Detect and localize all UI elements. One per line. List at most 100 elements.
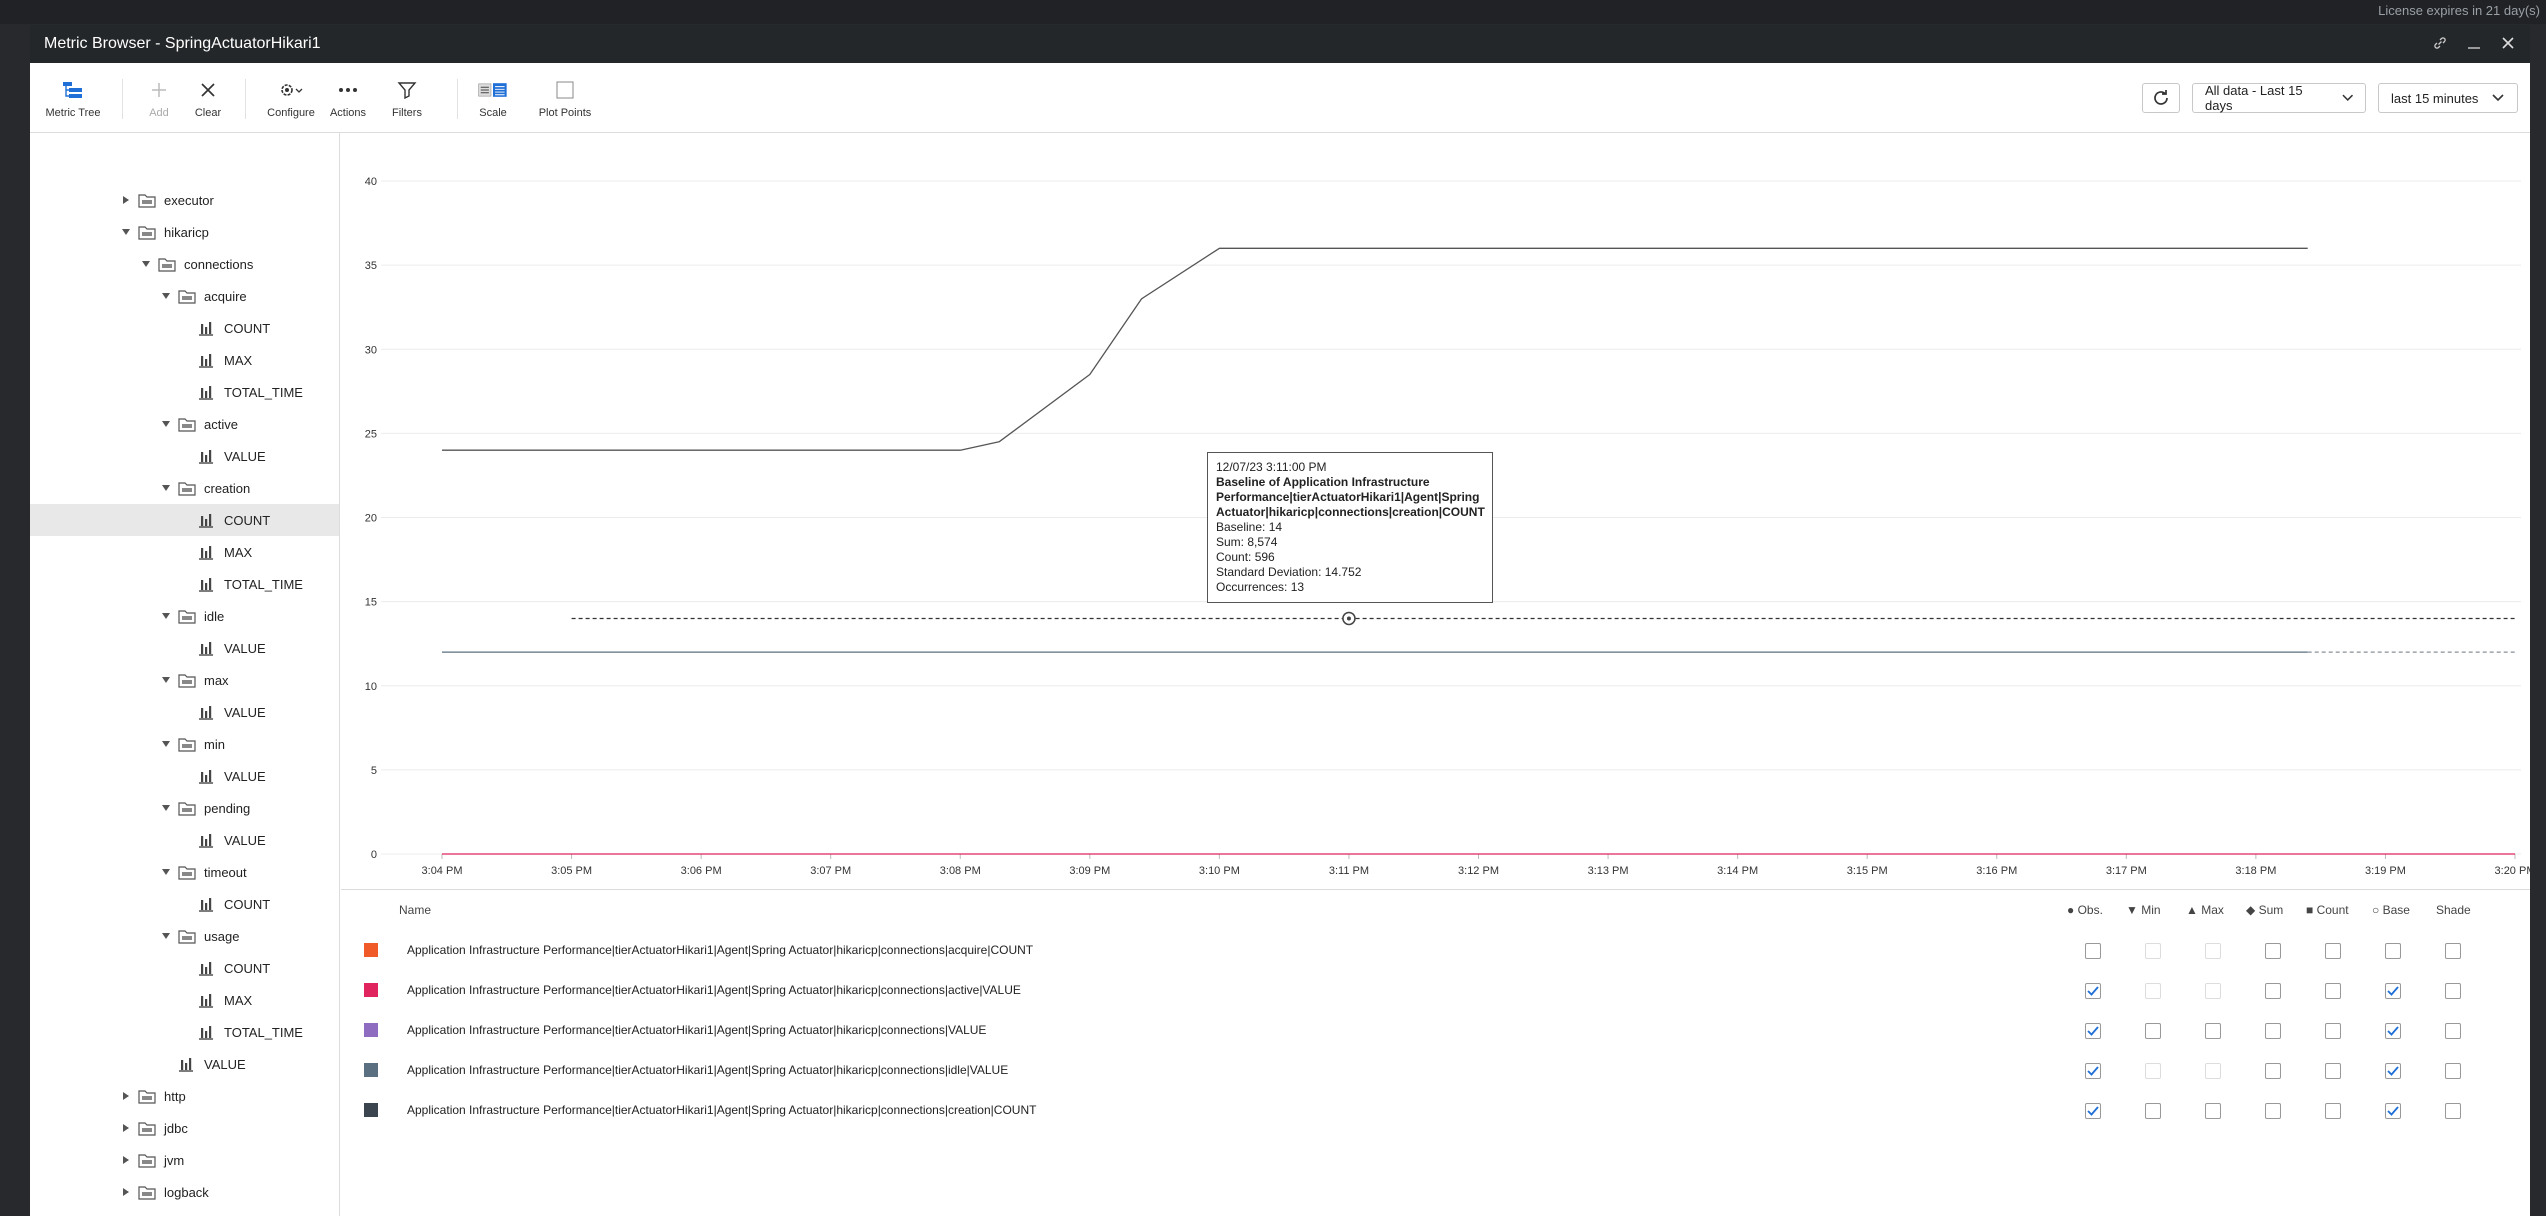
- tree-metric-count[interactable]: COUNT: [30, 888, 339, 920]
- count-checkbox[interactable]: [2325, 983, 2341, 999]
- caret-down-icon[interactable]: [140, 260, 152, 268]
- obs-checkbox[interactable]: [2085, 1063, 2101, 1079]
- tree-metric-value[interactable]: VALUE: [30, 824, 339, 856]
- caret-right-icon[interactable]: [120, 195, 132, 205]
- tree-folder-pending[interactable]: pending: [30, 792, 339, 824]
- shade-checkbox[interactable]: [2445, 1103, 2461, 1119]
- shade-checkbox[interactable]: [2445, 1023, 2461, 1039]
- base-checkbox[interactable]: [2385, 1023, 2401, 1039]
- legend-header-sum[interactable]: ◆ Sum: [2246, 903, 2283, 917]
- count-checkbox[interactable]: [2325, 1103, 2341, 1119]
- legend-header-obs[interactable]: ● Obs.: [2067, 903, 2103, 917]
- tree-metric-value[interactable]: VALUE: [30, 632, 339, 664]
- obs-checkbox[interactable]: [2085, 943, 2101, 959]
- sum-checkbox[interactable]: [2265, 1063, 2281, 1079]
- base-checkbox[interactable]: [2385, 983, 2401, 999]
- tree-folder-active[interactable]: active: [30, 408, 339, 440]
- filters-button[interactable]: Filters: [372, 77, 442, 119]
- tree-folder-idle[interactable]: idle: [30, 600, 339, 632]
- tree-metric-count[interactable]: COUNT: [30, 952, 339, 984]
- legend-header-max[interactable]: ▲ Max: [2186, 903, 2224, 917]
- min-checkbox[interactable]: [2145, 1103, 2161, 1119]
- refresh-button[interactable]: [2142, 83, 2180, 113]
- tree-metric-max[interactable]: MAX: [30, 344, 339, 376]
- clear-button[interactable]: Clear: [173, 77, 243, 119]
- base-checkbox[interactable]: [2385, 943, 2401, 959]
- tree-folder-creation[interactable]: creation: [30, 472, 339, 504]
- series-color-swatch[interactable]: [364, 1063, 378, 1077]
- tree-folder-logback[interactable]: logback: [30, 1176, 339, 1208]
- sum-checkbox[interactable]: [2265, 943, 2281, 959]
- data-range-select[interactable]: All data - Last 15 days: [2192, 83, 2366, 113]
- tree-metric-count[interactable]: COUNT: [30, 312, 339, 344]
- tree-folder-connections[interactable]: connections: [30, 248, 339, 280]
- close-icon[interactable]: [2496, 31, 2520, 55]
- obs-checkbox[interactable]: [2085, 983, 2101, 999]
- shade-checkbox[interactable]: [2445, 1063, 2461, 1079]
- caret-down-icon[interactable]: [160, 612, 172, 620]
- caret-down-icon[interactable]: [160, 484, 172, 492]
- caret-down-icon[interactable]: [160, 676, 172, 684]
- caret-right-icon[interactable]: [120, 1091, 132, 1101]
- max-checkbox[interactable]: [2205, 1023, 2221, 1039]
- obs-checkbox[interactable]: [2085, 1023, 2101, 1039]
- caret-right-icon[interactable]: [120, 1155, 132, 1165]
- series-color-swatch[interactable]: [364, 1023, 378, 1037]
- tree-folder-max[interactable]: max: [30, 664, 339, 696]
- plot-points-toggle[interactable]: Plot Points: [530, 77, 600, 119]
- tree-folder-usage[interactable]: usage: [30, 920, 339, 952]
- legend-header-base[interactable]: ○ Base: [2372, 903, 2410, 917]
- legend-header-min[interactable]: ▼ Min: [2126, 903, 2161, 917]
- sum-checkbox[interactable]: [2265, 983, 2281, 999]
- caret-down-icon[interactable]: [160, 804, 172, 812]
- minimize-icon[interactable]: [2462, 31, 2486, 55]
- caret-right-icon[interactable]: [120, 1187, 132, 1197]
- tree-metric-max[interactable]: MAX: [30, 536, 339, 568]
- count-checkbox[interactable]: [2325, 1063, 2341, 1079]
- tree-metric-value[interactable]: VALUE: [30, 440, 339, 472]
- tree-folder-timeout[interactable]: timeout: [30, 856, 339, 888]
- series-color-swatch[interactable]: [364, 1103, 378, 1117]
- caret-down-icon[interactable]: [160, 740, 172, 748]
- time-range-select[interactable]: last 15 minutes: [2378, 83, 2518, 113]
- tree-metric-value[interactable]: VALUE: [30, 696, 339, 728]
- series-color-swatch[interactable]: [364, 983, 378, 997]
- sum-checkbox[interactable]: [2265, 1103, 2281, 1119]
- caret-down-icon[interactable]: [160, 932, 172, 940]
- tree-metric-total_time[interactable]: TOTAL_TIME: [30, 568, 339, 600]
- tree-folder-process[interactable]: process: [30, 1208, 339, 1216]
- max-checkbox[interactable]: [2205, 1103, 2221, 1119]
- shade-checkbox[interactable]: [2445, 943, 2461, 959]
- base-checkbox[interactable]: [2385, 1103, 2401, 1119]
- count-checkbox[interactable]: [2325, 1023, 2341, 1039]
- scale-button[interactable]: Scale: [458, 77, 528, 119]
- obs-checkbox[interactable]: [2085, 1103, 2101, 1119]
- legend-header-shade[interactable]: Shade: [2436, 903, 2471, 917]
- caret-down-icon[interactable]: [160, 868, 172, 876]
- base-checkbox[interactable]: [2385, 1063, 2401, 1079]
- tree-folder-jvm[interactable]: jvm: [30, 1144, 339, 1176]
- tree-folder-executor[interactable]: executor: [30, 184, 339, 216]
- tree-folder-hikaricp[interactable]: hikaricp: [30, 216, 339, 248]
- caret-right-icon[interactable]: [120, 1123, 132, 1133]
- series-color-swatch[interactable]: [364, 943, 378, 957]
- tree-metric-total_time[interactable]: TOTAL_TIME: [30, 376, 339, 408]
- tree-folder-http[interactable]: http: [30, 1080, 339, 1112]
- tree-metric-max[interactable]: MAX: [30, 984, 339, 1016]
- min-checkbox[interactable]: [2145, 1023, 2161, 1039]
- count-checkbox[interactable]: [2325, 943, 2341, 959]
- tree-metric-count[interactable]: COUNT: [30, 504, 339, 536]
- tree-folder-acquire[interactable]: acquire: [30, 280, 339, 312]
- tree-metric-value[interactable]: VALUE: [30, 760, 339, 792]
- caret-down-icon[interactable]: [120, 228, 132, 236]
- caret-down-icon[interactable]: [160, 292, 172, 300]
- tree-metric-value[interactable]: VALUE: [30, 1048, 339, 1080]
- metric-tree-button[interactable]: Metric Tree: [38, 77, 108, 119]
- caret-down-icon[interactable]: [160, 420, 172, 428]
- sum-checkbox[interactable]: [2265, 1023, 2281, 1039]
- tree-metric-total_time[interactable]: TOTAL_TIME: [30, 1016, 339, 1048]
- legend-header-count[interactable]: ■ Count: [2306, 903, 2349, 917]
- tree-folder-min[interactable]: min: [30, 728, 339, 760]
- link-icon[interactable]: [2428, 31, 2452, 55]
- shade-checkbox[interactable]: [2445, 983, 2461, 999]
